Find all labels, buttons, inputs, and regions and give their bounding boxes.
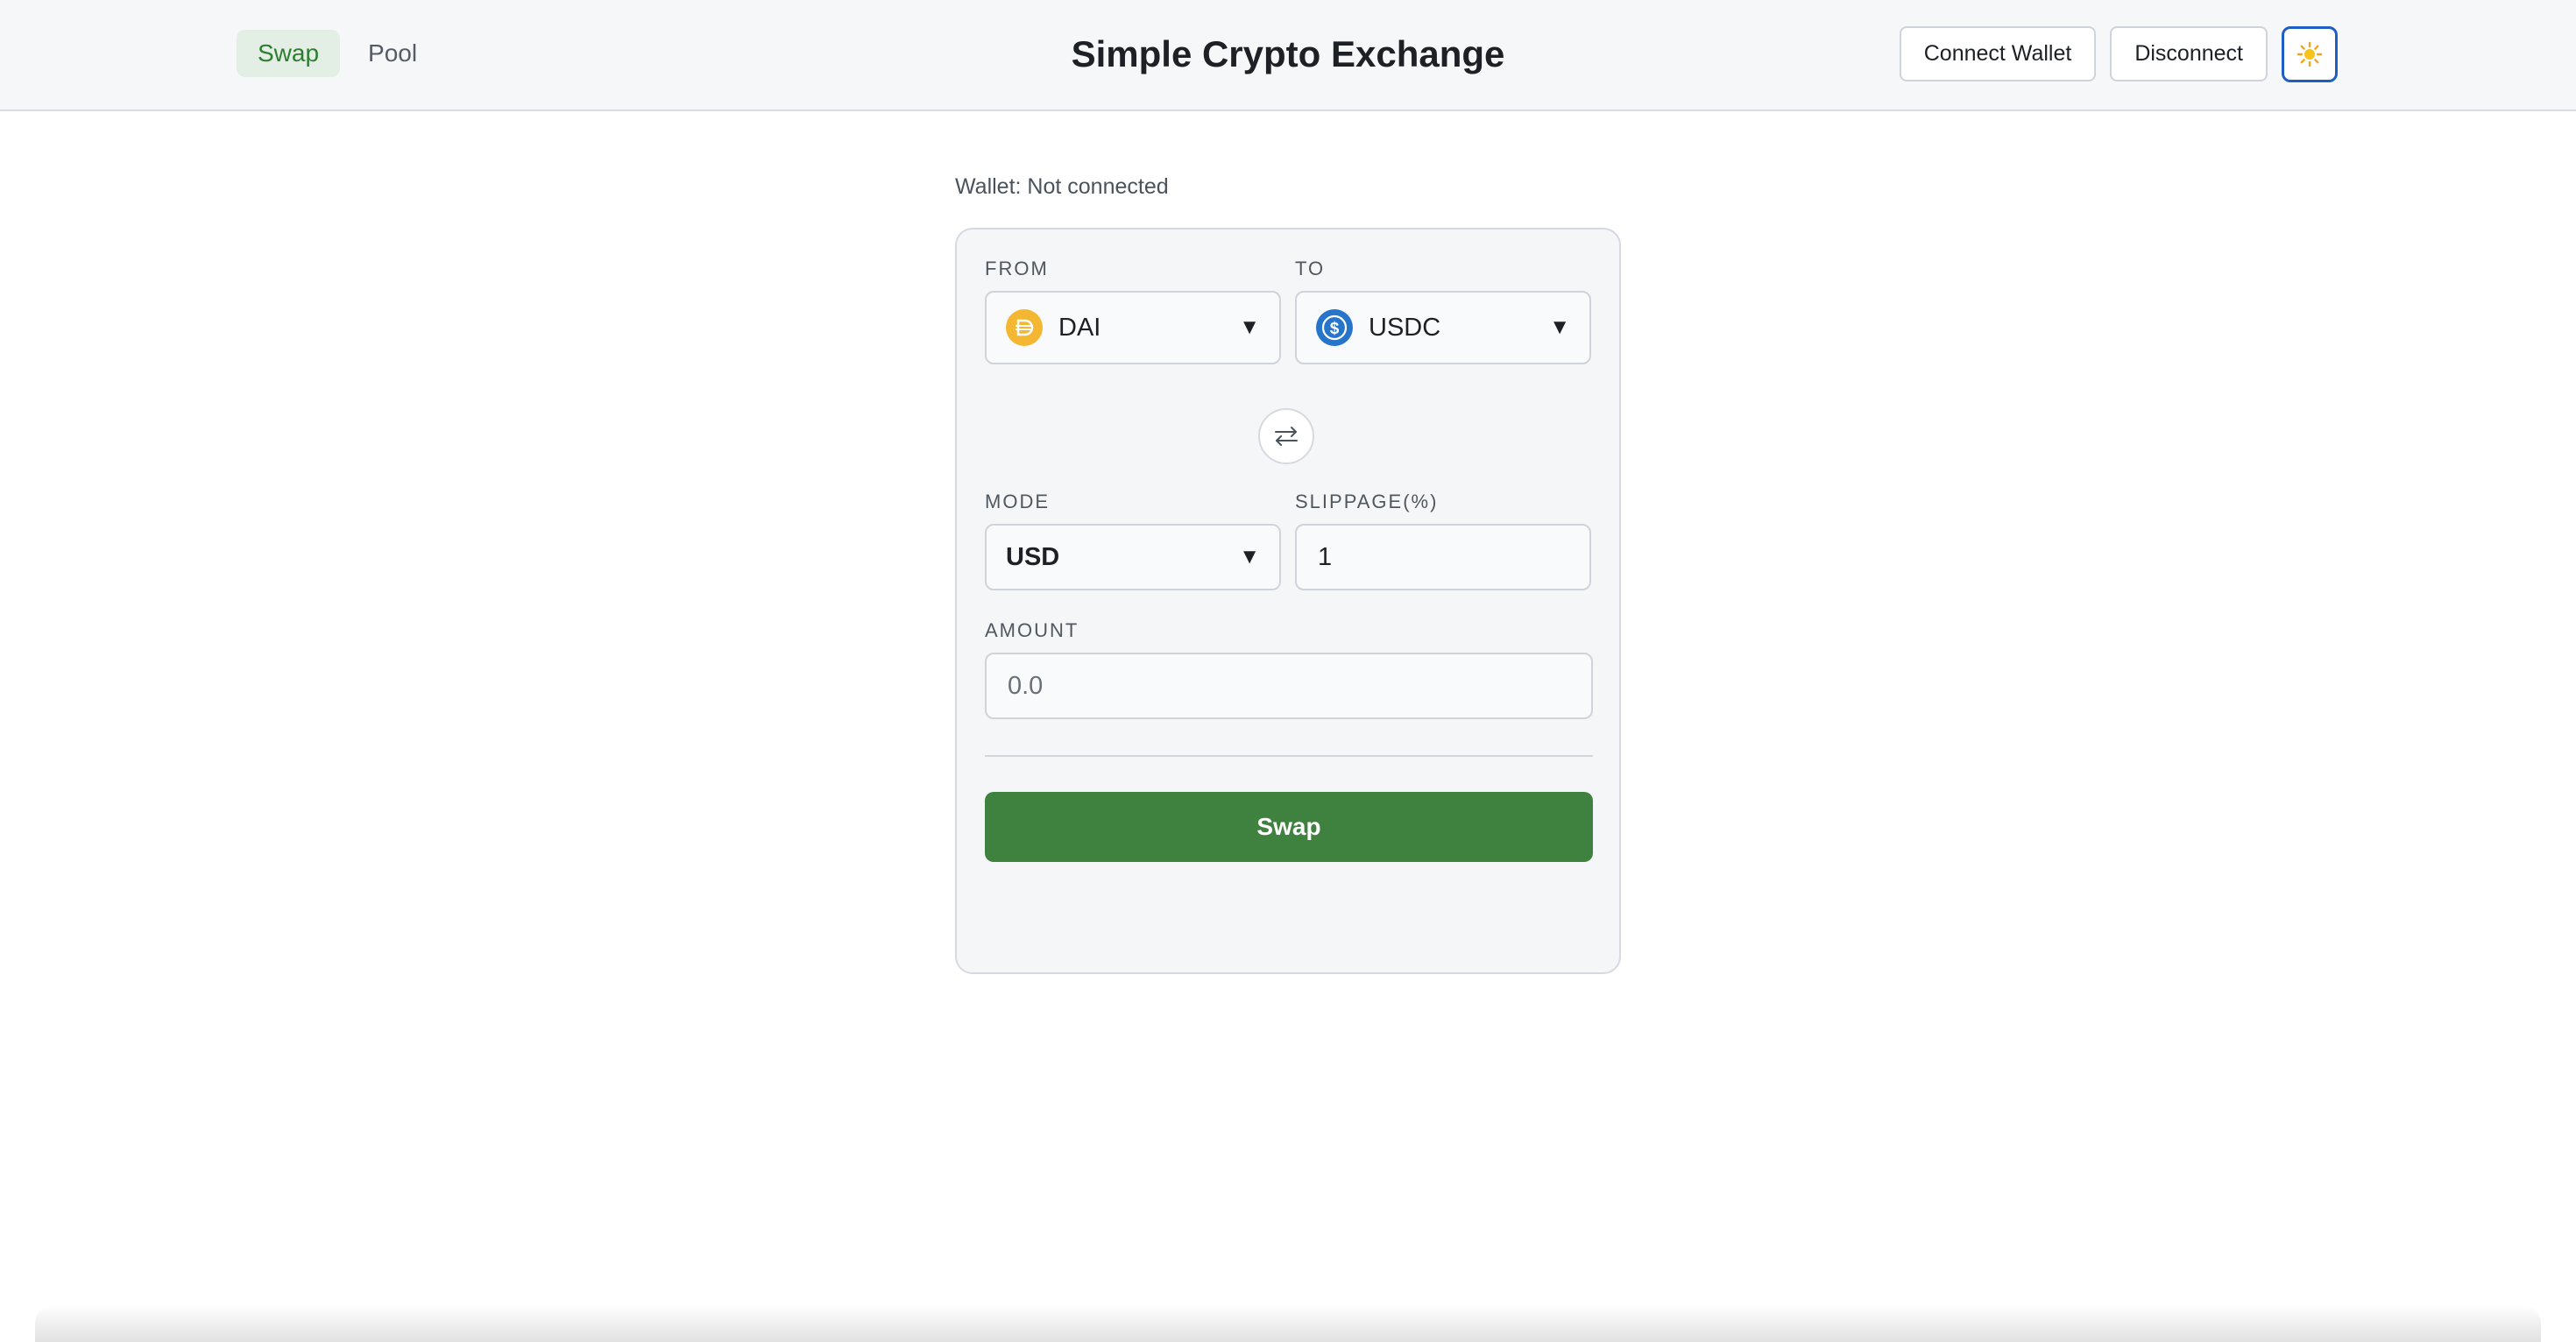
divider	[985, 755, 1593, 757]
top-bar: Swap Pool Simple Crypto Exchange Connect…	[0, 0, 2576, 111]
to-token-value: USDC	[1369, 313, 1441, 342]
chevron-down-icon: ▼	[1239, 315, 1260, 339]
swap-arrows-icon	[1275, 427, 1298, 446]
mode-select[interactable]: USD ▼	[985, 524, 1281, 590]
switch-tokens-button[interactable]	[1258, 408, 1314, 464]
chevron-down-icon: ▼	[1239, 545, 1260, 569]
disconnect-button[interactable]: Disconnect	[2110, 26, 2268, 81]
to-token-select[interactable]: $ USDC ▼	[1295, 291, 1591, 364]
from-token-select[interactable]: DAI ▼	[985, 291, 1281, 364]
swap-card: FROM TO DAI ▼ $ USDC ▼ MODE SLIPPAGE(%) …	[955, 228, 1621, 974]
svg-text:$: $	[1330, 320, 1340, 338]
mode-label: MODE	[985, 491, 1050, 512]
from-token-value: DAI	[1058, 313, 1101, 342]
from-label: FROM	[985, 258, 1049, 279]
to-label: TO	[1295, 258, 1326, 279]
theme-toggle-button[interactable]	[2282, 26, 2338, 82]
amount-label: AMOUNT	[985, 619, 1079, 641]
bottom-shadow	[35, 1305, 2541, 1342]
swap-submit-button[interactable]: Swap	[985, 792, 1593, 862]
usdc-icon: $	[1316, 309, 1353, 346]
header-actions: Connect Wallet Disconnect	[1899, 26, 2338, 82]
slippage-input[interactable]	[1295, 524, 1591, 590]
chevron-down-icon: ▼	[1549, 315, 1570, 339]
sun-icon	[2296, 41, 2323, 67]
dai-icon	[1006, 309, 1043, 346]
mode-value: USD	[1006, 542, 1060, 571]
connect-wallet-button[interactable]: Connect Wallet	[1899, 26, 2097, 81]
amount-input[interactable]	[985, 653, 1593, 719]
wallet-status: Wallet: Not connected	[955, 174, 1169, 199]
slippage-label: SLIPPAGE(%)	[1295, 491, 1439, 512]
